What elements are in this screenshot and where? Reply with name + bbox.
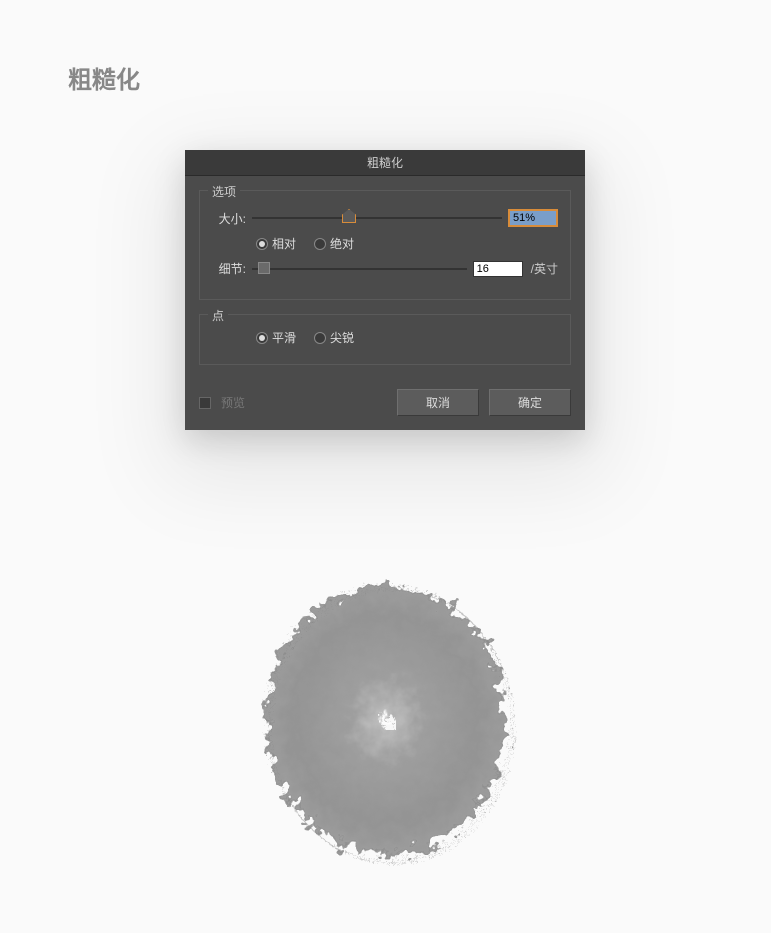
dialog-titlebar: 粗糙化: [185, 150, 585, 176]
relative-label: 相对: [272, 235, 296, 252]
roughen-dialog: 粗糙化 选项 大小: 相对 绝对 细: [185, 150, 585, 430]
smooth-label: 平滑: [272, 329, 296, 346]
points-corner[interactable]: 尖锐: [314, 329, 354, 346]
dialog-footer: 预览 取消 确定: [185, 379, 585, 430]
radio-icon: [256, 332, 268, 344]
options-section: 选项 大小: 相对 绝对 细节:: [199, 190, 571, 300]
detail-label: 细节:: [212, 260, 246, 277]
cancel-button[interactable]: 取消: [397, 389, 479, 416]
size-input[interactable]: [508, 209, 558, 227]
dialog-container: 粗糙化 选项 大小: 相对 绝对 细: [185, 150, 585, 430]
radio-icon: [314, 238, 326, 250]
detail-slider-handle[interactable]: [258, 262, 270, 274]
points-type-group: 平滑 尖锐: [256, 329, 558, 346]
radio-icon: [314, 332, 326, 344]
size-slider[interactable]: [252, 217, 502, 219]
size-slider-handle[interactable]: [342, 209, 356, 223]
page-title: 粗糙化: [68, 60, 751, 95]
detail-input[interactable]: [473, 261, 523, 277]
size-mode-absolute[interactable]: 绝对: [314, 235, 354, 252]
size-row: 大小:: [212, 209, 558, 227]
detail-row: 细节: /英寸: [212, 260, 558, 277]
points-section: 点 平滑 尖锐: [199, 314, 571, 365]
preview-checkbox[interactable]: [199, 397, 211, 409]
radio-icon: [256, 238, 268, 250]
detail-unit: /英寸: [531, 260, 558, 277]
detail-slider[interactable]: [252, 268, 467, 270]
points-smooth[interactable]: 平滑: [256, 329, 296, 346]
effect-preview: [0, 540, 771, 900]
size-mode-group: 相对 绝对: [256, 235, 558, 252]
size-label: 大小:: [212, 210, 246, 227]
options-section-label: 选项: [208, 183, 240, 200]
absolute-label: 绝对: [330, 235, 354, 252]
corner-label: 尖锐: [330, 329, 354, 346]
roughened-shape: [246, 570, 526, 870]
ok-button[interactable]: 确定: [489, 389, 571, 416]
preview-label: 预览: [221, 394, 387, 411]
points-section-label: 点: [208, 307, 228, 324]
size-mode-relative[interactable]: 相对: [256, 235, 296, 252]
